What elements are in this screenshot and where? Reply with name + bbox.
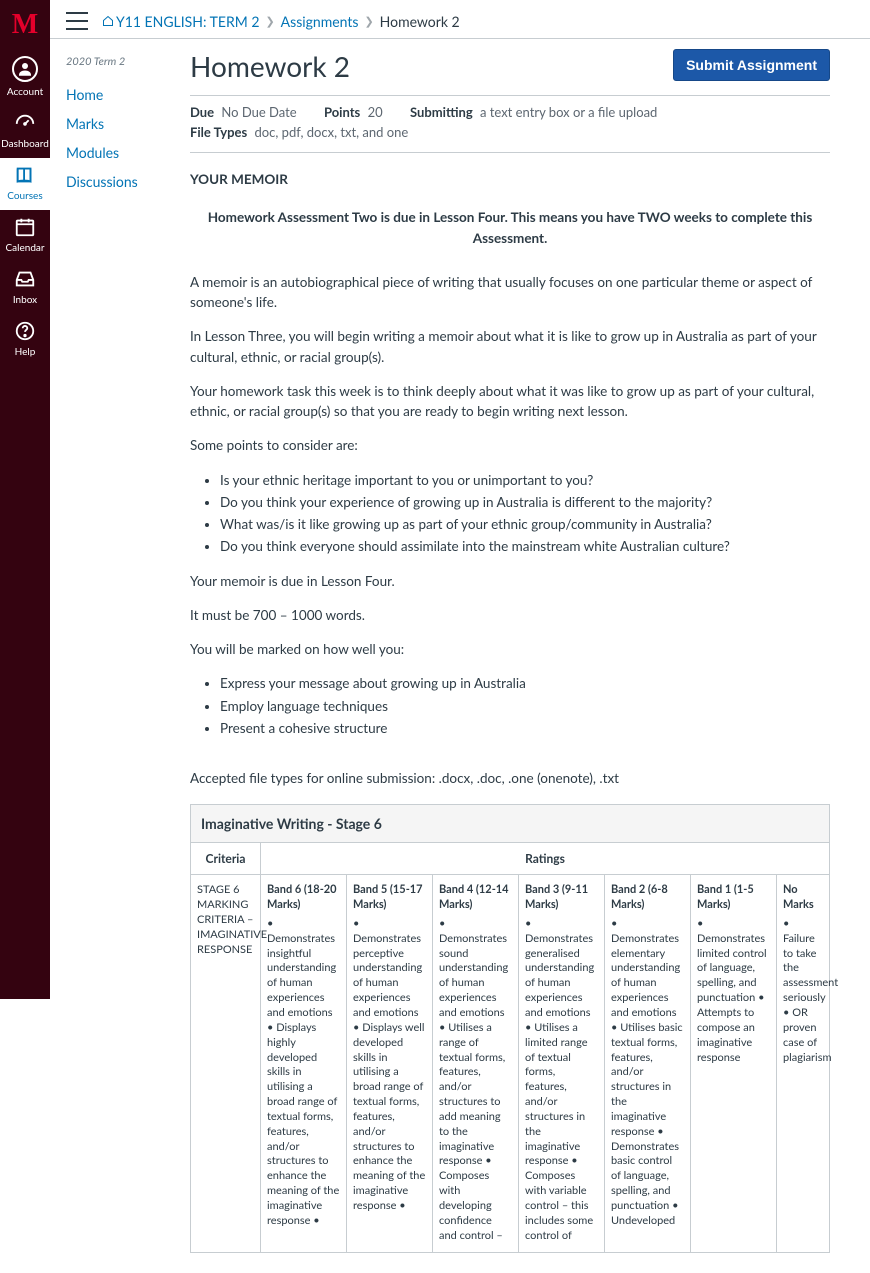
breadcrumb: Y11 ENGLISH: TERM 2 ❯ Assignments ❯ Home…: [102, 13, 460, 30]
memoir-heading: YOUR MEMOIR: [190, 169, 830, 189]
calendar-icon: [14, 216, 36, 238]
filetypes-value: doc, pdf, docx, txt, and one: [255, 124, 409, 140]
rating-cell: Band 1 (1-5 Marks) • Demonstrates limite…: [691, 875, 777, 1251]
hamburger-icon[interactable]: [66, 12, 88, 30]
list-item: Do you think everyone should assimilate …: [220, 536, 830, 556]
body-p2: In Lesson Three, you will begin writing …: [190, 326, 830, 367]
course-nav: 2020 Term 2 Home Marks Modules Discussio…: [66, 55, 176, 196]
submitting-label: Submitting: [410, 104, 473, 120]
list-item: Is your ethnic heritage important to you…: [220, 470, 830, 490]
assignment-description: YOUR MEMOIR Homework Assessment Two is d…: [190, 153, 830, 788]
rubric-table: Imaginative Writing - Stage 6 Criteria R…: [190, 804, 830, 1252]
rating-cell: No Marks • Failure to take the assessmen…: [777, 875, 829, 1251]
help-icon: [14, 320, 36, 342]
rating-cell: Band 6 (18-20 Marks) • Demonstrates insi…: [261, 875, 347, 1251]
chevron-right-icon: ❯: [265, 15, 274, 28]
body-p5: Your memoir is due in Lesson Four.: [190, 571, 830, 591]
chevron-right-icon: ❯: [364, 15, 373, 28]
course-term: 2020 Term 2: [66, 55, 176, 68]
logo[interactable]: M: [0, 0, 50, 50]
course-nav-modules[interactable]: Modules: [66, 138, 176, 167]
body-p8: Accepted file types for online submissio…: [190, 768, 830, 788]
list-item: What was/is it like growing up as part o…: [220, 514, 830, 534]
nav-inbox[interactable]: Inbox: [0, 262, 50, 314]
rubric-title: Imaginative Writing - Stage 6: [191, 805, 829, 843]
due-label: Due: [190, 104, 214, 120]
nav-help[interactable]: Help: [0, 314, 50, 366]
submit-assignment-button[interactable]: Submit Assignment: [673, 49, 830, 81]
home-icon: [102, 15, 114, 27]
points-label: Points: [324, 104, 360, 120]
rubric-row: STAGE 6 MARKING CRITERIA – IMAGINATIVE R…: [191, 875, 829, 1251]
global-nav: M Account Dashboard Courses Calendar Inb…: [0, 0, 50, 999]
rating-cell: Band 3 (9-11 Marks) • Demonstrates gener…: [519, 875, 605, 1251]
submitting-value: a text entry box or a file upload: [480, 104, 657, 120]
list-item: Express your message about growing up in…: [220, 673, 830, 693]
body-p3: Your homework task this week is to think…: [190, 381, 830, 422]
assignment-title: Homework 2: [190, 49, 350, 83]
course-nav-discussions[interactable]: Discussions: [66, 167, 176, 196]
criterion-cell: STAGE 6 MARKING CRITERIA – IMAGINATIVE R…: [191, 875, 261, 1251]
topbar: Y11 ENGLISH: TERM 2 ❯ Assignments ❯ Home…: [50, 0, 870, 39]
list-item: Do you think your experience of growing …: [220, 492, 830, 512]
courses-icon: [14, 164, 36, 186]
body-p4: Some points to consider are:: [190, 435, 830, 455]
course-nav-marks[interactable]: Marks: [66, 109, 176, 138]
nav-calendar[interactable]: Calendar: [0, 210, 50, 262]
consider-list: Is your ethnic heritage important to you…: [220, 470, 830, 557]
nav-account[interactable]: Account: [0, 50, 50, 106]
nav-dashboard[interactable]: Dashboard: [0, 106, 50, 158]
list-item: Present a cohesive structure: [220, 718, 830, 738]
filetypes-label: File Types: [190, 124, 247, 140]
nav-courses[interactable]: Courses: [0, 158, 50, 210]
ratings-header: Ratings: [261, 843, 829, 874]
avatar-icon: [12, 56, 38, 82]
rating-cell: Band 2 (6-8 Marks) • Demonstrates elemen…: [605, 875, 691, 1251]
banner-text: Homework Assessment Two is due in Lesson…: [190, 207, 830, 248]
dashboard-icon: [14, 112, 36, 134]
breadcrumb-current: Homework 2: [380, 13, 460, 30]
criteria-header: Criteria: [191, 843, 261, 874]
marked-list: Express your message about growing up in…: [220, 673, 830, 738]
body-p7: You will be marked on how well you:: [190, 639, 830, 659]
assignment-content: Homework 2 Submit Assignment Due No Due …: [190, 39, 870, 1273]
due-value: No Due Date: [221, 104, 296, 120]
points-value: 20: [368, 104, 383, 120]
body-p6: It must be 700 – 1000 words.: [190, 605, 830, 625]
body-p1: A memoir is an autobiographical piece of…: [190, 272, 830, 313]
inbox-icon: [14, 268, 36, 290]
breadcrumb-course[interactable]: Y11 ENGLISH: TERM 2: [116, 13, 259, 30]
breadcrumb-assignments[interactable]: Assignments: [281, 13, 359, 30]
assignment-meta: Due No Due Date Points 20 Submitting a t…: [190, 95, 830, 153]
rating-cell: Band 5 (15-17 Marks) • Demonstrates perc…: [347, 875, 433, 1251]
rating-cell: Band 4 (12-14 Marks) • Demonstrates soun…: [433, 875, 519, 1251]
list-item: Employ language techniques: [220, 696, 830, 716]
course-nav-home[interactable]: Home: [66, 80, 176, 109]
